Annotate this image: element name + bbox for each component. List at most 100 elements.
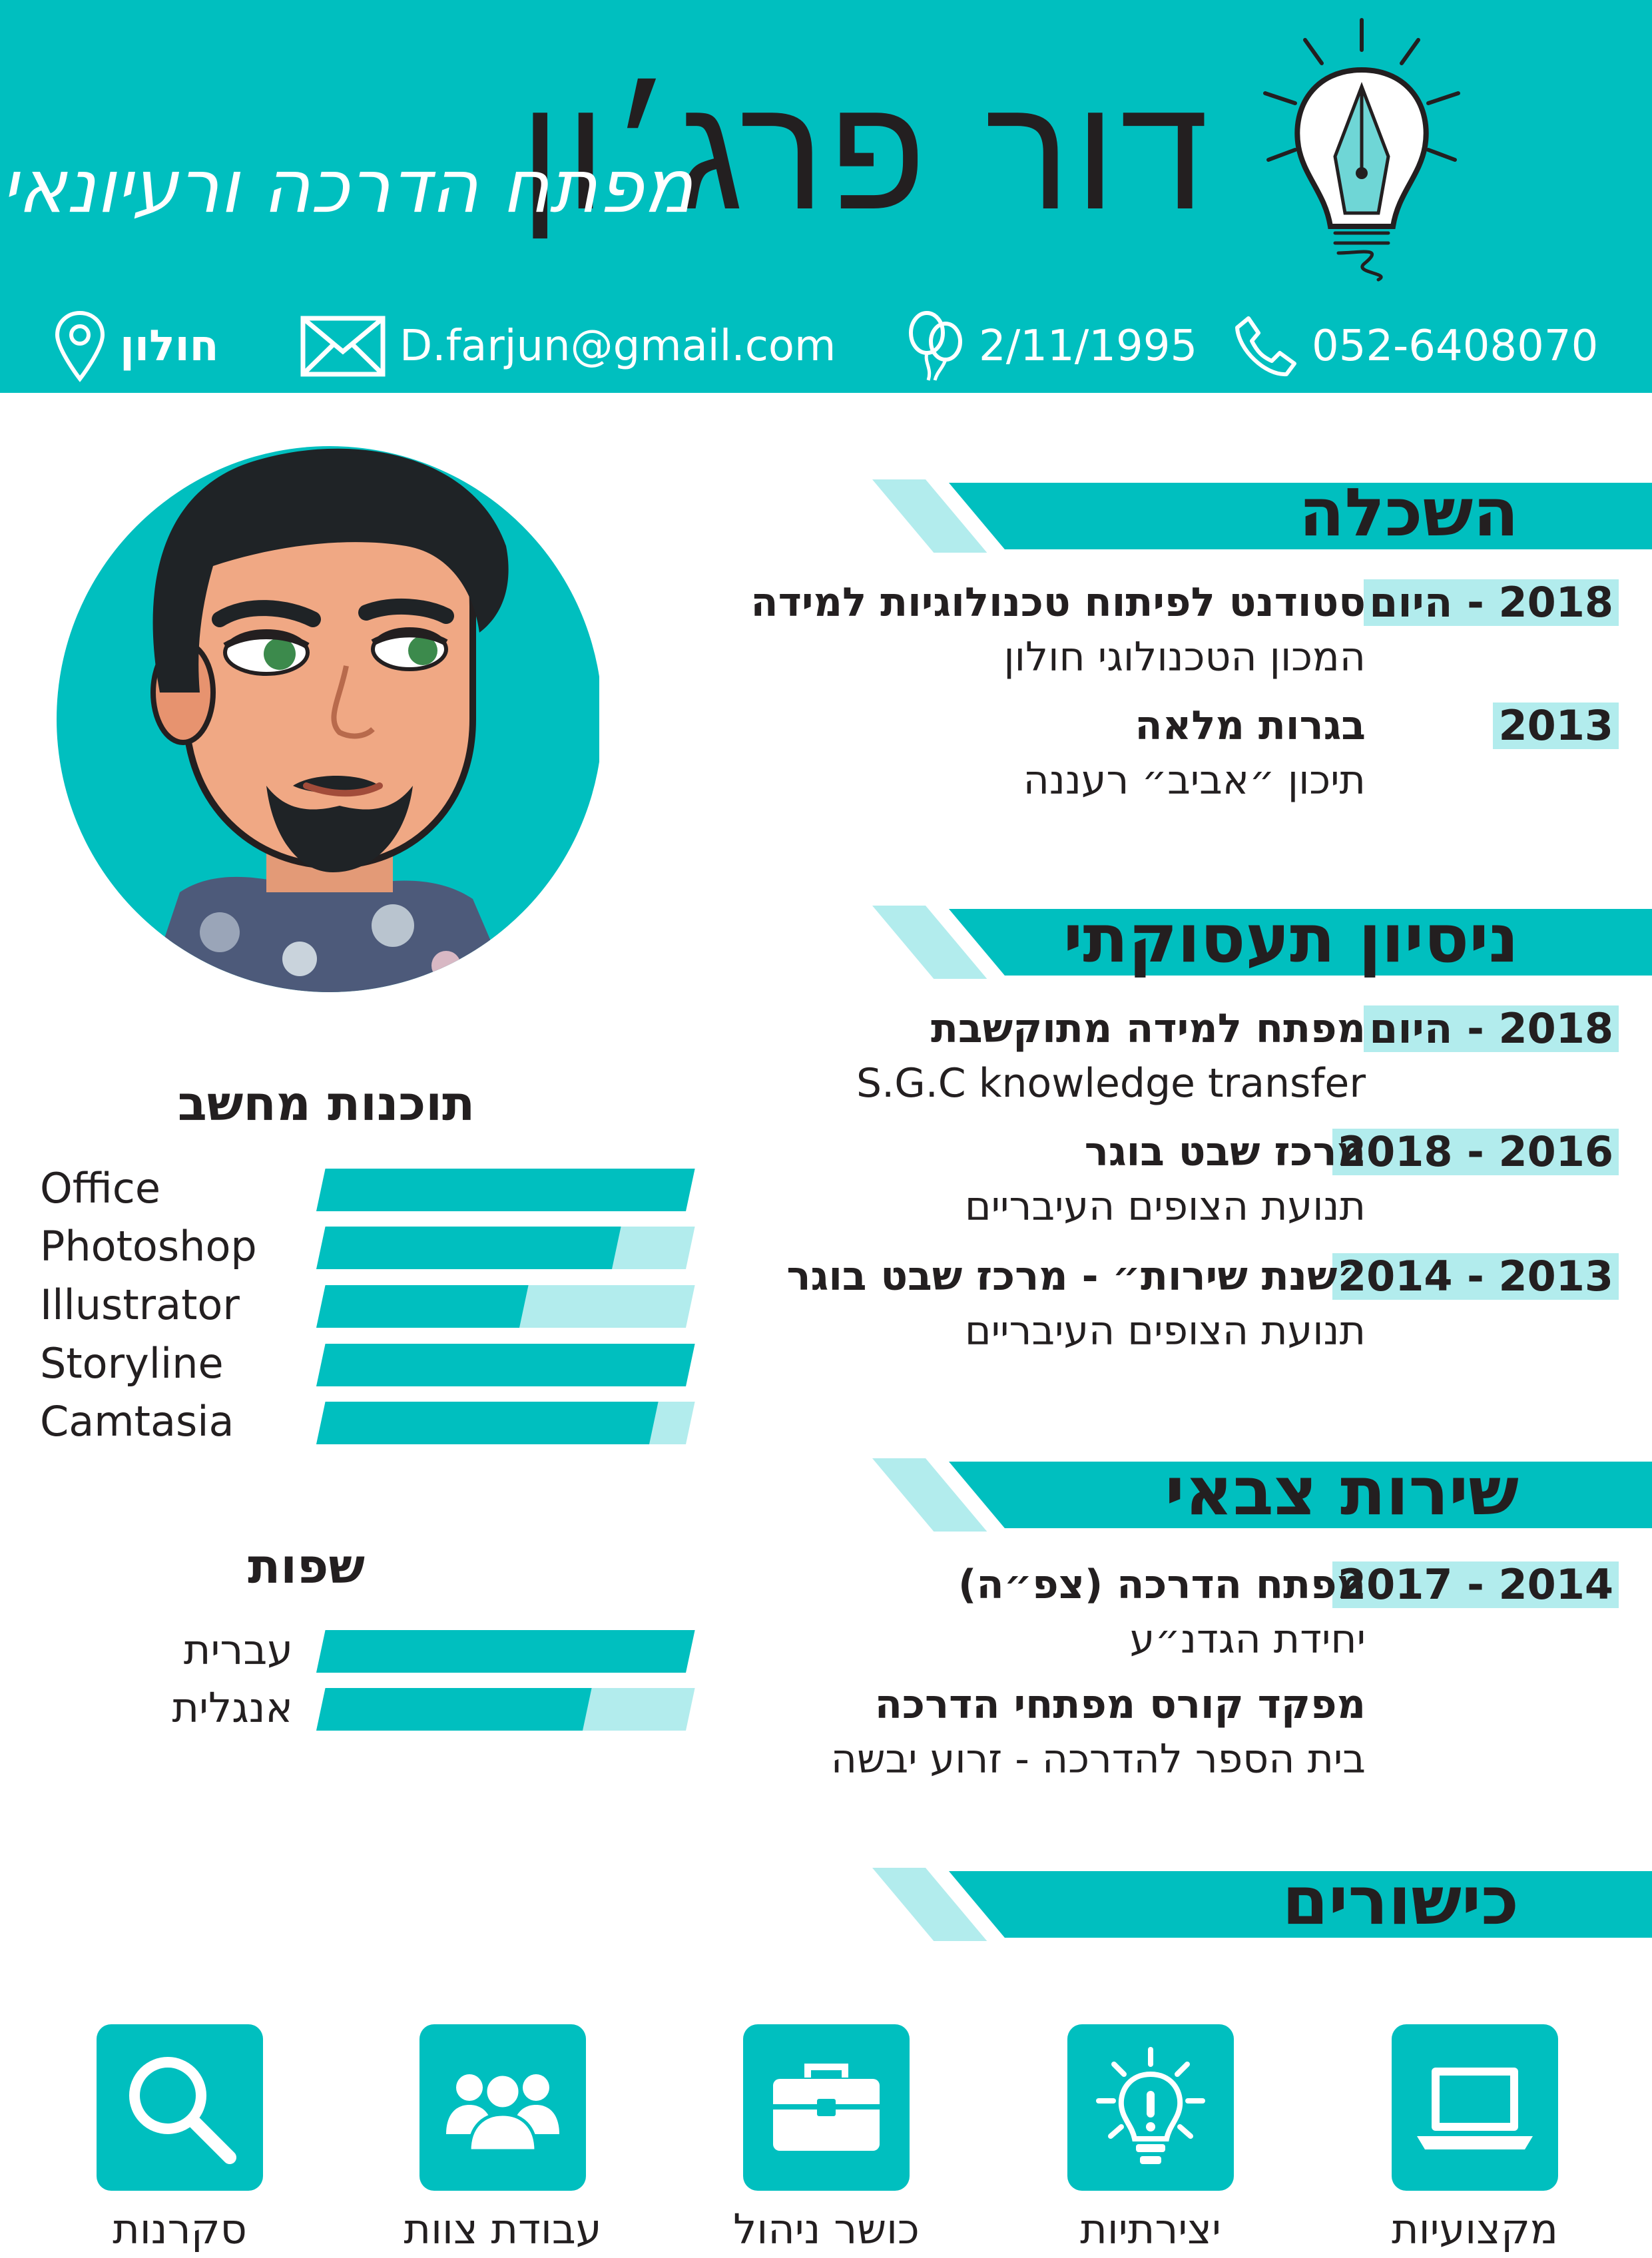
- lightbulb-pen-logo-icon: [1263, 18, 1460, 282]
- strength-tile: [1392, 2024, 1558, 2191]
- strength-item: כושר ניהול: [733, 2024, 920, 2253]
- language-name: עברית: [183, 1625, 293, 1674]
- experience-title: ניסיון תעסוקתי: [1063, 900, 1519, 978]
- entry-role: מפתח למידה מתוקשבת: [931, 1005, 1366, 1052]
- strength-tile: [1067, 2024, 1234, 2191]
- entry-role: בגרות מלאה: [1135, 703, 1366, 749]
- experience-header: ניסיון תעסוקתי: [872, 900, 1652, 979]
- skills-title: תוכנות מחשב: [177, 1075, 475, 1131]
- skill-level-fill: [316, 1344, 695, 1386]
- language-level-bar: [316, 1630, 695, 1673]
- skill-level-bar: [316, 1402, 695, 1444]
- skill-level-fill: [316, 1285, 529, 1328]
- strength-label: כושר ניהול: [733, 2205, 920, 2253]
- language-level-bar: [316, 1688, 695, 1731]
- languages-title: שפות: [248, 1538, 365, 1594]
- strength-item: עבודת צוות: [404, 2024, 602, 2253]
- language-row: עברית: [40, 1623, 695, 1677]
- avatar: [57, 446, 599, 992]
- experience-entry: 2016 - 2018 מרכז שבט בוגר תנועת הצופים ה…: [813, 1129, 1652, 1255]
- language-name: אנגלית: [172, 1683, 293, 1732]
- entry-date: 2016 - 2018: [1332, 1129, 1619, 1175]
- strengths-title: כישורים: [1282, 1862, 1519, 1940]
- entry-role: מפקד קורס מפתחי הדרכה: [874, 1681, 1366, 1728]
- entry-role: מפתח הדרכה (צפ״ה): [958, 1561, 1366, 1608]
- phone-number: 052-6408070: [1312, 322, 1599, 371]
- job-title: מפתח הדרכה ורעיונאי: [1, 144, 693, 229]
- entry-role: ״שנת שירות״ - מרכז שבט בוגר: [786, 1253, 1366, 1300]
- skill-level-fill: [316, 1227, 621, 1269]
- skill-level-bar: [316, 1285, 695, 1328]
- entry-date: 2013 - 2014: [1332, 1253, 1619, 1300]
- skill-name: Illustrator: [40, 1280, 240, 1329]
- header-banner: דור פרג׳ון מפתח הדרכה ורעיונאי 052-64080…: [0, 0, 1652, 393]
- experience-entry: 2018 - היום מפתח למידה מתוקשבת S.G.C kno…: [813, 1005, 1652, 1132]
- strength-label: יצירתיות: [1080, 2205, 1221, 2253]
- military-header: שירות צבאי: [872, 1452, 1652, 1532]
- envelope-icon: [300, 316, 386, 377]
- entry-date: 2014 - 2017: [1332, 1561, 1619, 1608]
- military-entry: מפקד קורס מפתחי הדרכה בית הספר להדרכה - …: [813, 1681, 1652, 1808]
- strength-tile: [97, 2024, 263, 2191]
- contact-phone: 052-6408070: [1232, 306, 1598, 386]
- skill-level-bar: [316, 1169, 695, 1211]
- entry-place: תנועת הצופים העיבריים: [964, 1183, 1366, 1230]
- language-level-fill: [316, 1688, 592, 1731]
- email-address[interactable]: D.farjun@gmail.com: [400, 322, 836, 371]
- language-level-fill: [316, 1630, 695, 1673]
- experience-entry: 2013 - 2014 ״שנת שירות״ - מרכז שבט בוגר …: [786, 1253, 1652, 1380]
- skill-name: Storyline: [40, 1339, 224, 1388]
- education-header: השכלה: [872, 473, 1652, 553]
- entry-date: 2018 - היום: [1364, 1005, 1619, 1052]
- military-entry: 2014 - 2017 מפתח הדרכה (צפ״ה) יחידת הגדנ…: [813, 1561, 1652, 1688]
- strength-item: יצירתיות: [1067, 2024, 1234, 2253]
- strength-item: סקרנות: [97, 2024, 263, 2253]
- skill-name: Camtasia: [40, 1397, 234, 1446]
- contact-email[interactable]: D.farjun@gmail.com: [300, 306, 836, 386]
- skill-row: Office: [40, 1162, 695, 1215]
- strength-label: סקרנות: [113, 2205, 247, 2253]
- contact-birthdate: 2/11/1995: [906, 306, 1197, 386]
- magnifier-icon: [129, 2057, 236, 2164]
- language-row: אנגלית: [40, 1681, 695, 1735]
- education-title: השכלה: [1298, 473, 1519, 551]
- balloons-icon: [909, 311, 962, 381]
- education-entry: 2013 בגרות מלאה תיכון ״אביב״ רעננה: [813, 703, 1652, 829]
- entry-place: תנועת הצופים העיבריים: [964, 1308, 1366, 1354]
- entry-role: סטודנט לפיתוח טכנולוגיות למידה: [750, 579, 1366, 626]
- skill-name: Photoshop: [40, 1222, 257, 1270]
- skill-row: Camtasia: [40, 1395, 695, 1448]
- strength-item: מקצועיות: [1392, 2024, 1558, 2253]
- entry-place: יחידת הגדנ״ע: [1129, 1616, 1366, 1663]
- entry-date: 2018 - היום: [1364, 579, 1619, 626]
- skill-row: Photoshop: [40, 1220, 695, 1273]
- military-title: שירות צבאי: [1165, 1452, 1519, 1530]
- strength-label: מקצועיות: [1391, 2205, 1559, 2253]
- laptop-icon: [1417, 2068, 1533, 2149]
- skill-level-bar: [316, 1344, 695, 1386]
- skill-level-fill: [316, 1402, 659, 1444]
- city-name: חולון: [120, 322, 219, 371]
- phone-icon: [1235, 316, 1296, 377]
- strength-tile: [419, 2024, 586, 2191]
- entry-place: S.G.C knowledge transfer: [856, 1060, 1366, 1107]
- briefcase-icon: [773, 2064, 880, 2151]
- entry-place: המכון הטכנולוגי חולון: [1003, 634, 1366, 681]
- contact-city: חולון: [53, 306, 219, 386]
- strength-tile: [743, 2024, 910, 2191]
- education-entry: 2018 - היום סטודנט לפיתוח טכנולוגיות למי…: [750, 579, 1652, 706]
- team-icon: [446, 2072, 559, 2153]
- entry-place: תיכון ״אביב״ רעננה: [1023, 757, 1366, 804]
- lightbulb-icon: [1096, 2047, 1205, 2164]
- strength-label: עבודת צוות: [404, 2205, 602, 2253]
- birth-date: 2/11/1995: [979, 322, 1198, 371]
- location-pin-icon: [55, 310, 105, 382]
- entry-place: בית הספר להדרכה - זרוע יבשה: [830, 1736, 1366, 1783]
- skill-row: Illustrator: [40, 1278, 695, 1332]
- skill-level-bar: [316, 1227, 695, 1269]
- skill-row: Storyline: [40, 1337, 695, 1390]
- entry-role: מרכז שבט בוגר: [1084, 1129, 1366, 1175]
- entry-date: 2013: [1493, 703, 1619, 749]
- strengths-header: כישורים: [872, 1862, 1652, 1941]
- skill-level-fill: [316, 1169, 695, 1211]
